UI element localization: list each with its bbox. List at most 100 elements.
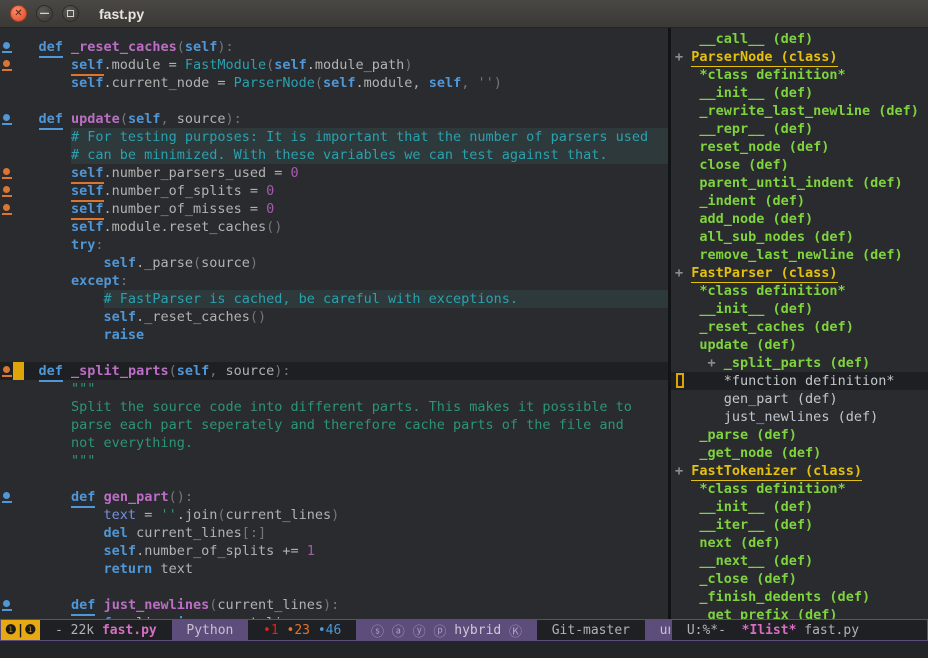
imenu-item-14[interactable]: + FastParser (class) (671, 264, 928, 282)
imenu-item-1[interactable]: __call__ (def) (671, 30, 928, 48)
encoding-position-segment[interactable]: unix | 2 (645, 620, 671, 640)
code-line-19[interactable]: def _split_parts(self, source): (0, 362, 668, 380)
expand-icon[interactable]: + (675, 462, 691, 480)
imenu-item-32[interactable]: _finish_dedents (def) (671, 588, 928, 606)
imenu-item-19[interactable]: + _split_parts (def) (671, 354, 928, 372)
code-line-32[interactable]: def just_newlines(current_lines): (0, 596, 668, 614)
code-line-7[interactable]: # can be minimized. With these variables… (0, 146, 668, 164)
code-line-8[interactable]: self.number_parsers_used = 0 (0, 164, 668, 182)
major-mode-segment[interactable]: Python (172, 620, 249, 640)
imenu-item-25[interactable]: + FastTokenizer (class) (671, 462, 928, 480)
code-line-17[interactable]: raise (0, 326, 668, 344)
code-line-20[interactable]: """ (0, 380, 668, 398)
imenu-item-15[interactable]: *class definition* (671, 282, 928, 300)
code-token (95, 488, 103, 506)
code-line-15[interactable]: # FastParser is cached, be careful with … (0, 290, 668, 308)
maximize-button[interactable] (62, 5, 79, 22)
code-token (63, 110, 71, 128)
code-line-21[interactable]: Split the source code into different par… (0, 398, 668, 416)
close-button[interactable]: ✕ (10, 5, 27, 22)
imenu-indent (675, 192, 699, 210)
imenu-item-16[interactable]: __init__ (def) (671, 300, 928, 318)
code-token: ) (250, 254, 258, 272)
code-line-25[interactable] (0, 470, 668, 488)
expand-icon[interactable]: + (708, 354, 724, 372)
code-line-27[interactable]: text = ''.join(current_lines) (0, 506, 668, 524)
imenu-item-7[interactable]: reset_node (def) (671, 138, 928, 156)
code-line-26[interactable]: def gen_part(): (0, 488, 668, 506)
bookmark-outline-icon (676, 373, 684, 388)
code-token (6, 146, 71, 164)
imenu-item-10[interactable]: _indent (def) (671, 192, 928, 210)
code-line-1[interactable]: def _reset_caches(self): (0, 38, 668, 56)
imenu-item-9[interactable]: parent_until_indent (def) (671, 174, 928, 192)
imenu-item-31[interactable]: _close (def) (671, 570, 928, 588)
expand-icon[interactable]: + (675, 264, 691, 282)
code-line-4[interactable] (0, 92, 668, 110)
code-buffer[interactable]: def _reset_caches(self): self.module = F… (0, 28, 668, 619)
code-token (6, 416, 71, 434)
code-token: 0 (266, 200, 274, 218)
code-line-28[interactable]: del current_lines[:] (0, 524, 668, 542)
code-line-18[interactable] (0, 344, 668, 362)
imenu-item-13[interactable]: remove_last_newline (def) (671, 246, 928, 264)
imenu-item-4[interactable]: __init__ (def) (671, 84, 928, 102)
code-token: text (104, 506, 137, 524)
imenu-item-33[interactable]: _get_prefix (def) (671, 606, 928, 619)
code-token: 0 (290, 164, 298, 182)
git-branch-segment[interactable]: Git-master (537, 620, 645, 640)
ilist-status-segment[interactable]: U:%*- *Ilist* fast.py (672, 620, 866, 640)
code-line-12[interactable]: try: (0, 236, 668, 254)
code-line-10[interactable]: self.number_of_misses = 0 (0, 200, 668, 218)
imenu-item-6[interactable]: __repr__ (def) (671, 120, 928, 138)
imenu-item-21[interactable]: gen_part (def) (671, 390, 928, 408)
imenu-item-20[interactable]: *function definition* (671, 372, 928, 390)
code-line-29[interactable]: self.number_of_splits += 1 (0, 542, 668, 560)
code-line-9[interactable]: self.number_of_splits = 0 (0, 182, 668, 200)
code-token: ( (193, 254, 201, 272)
code-line-5[interactable]: def update(self, source): (0, 110, 668, 128)
imenu-item-24[interactable]: _get_node (def) (671, 444, 928, 462)
imenu-item-18[interactable]: update (def) (671, 336, 928, 354)
code-line-3[interactable]: self.current_node = ParserNode(self.modu… (0, 74, 668, 92)
code-line-23[interactable]: not everything. (0, 434, 668, 452)
imenu-item-26[interactable]: *class definition* (671, 480, 928, 498)
imenu-item-2[interactable]: + ParserNode (class) (671, 48, 928, 66)
imenu-item-29[interactable]: next (def) (671, 534, 928, 552)
imenu-item-27[interactable]: __init__ (def) (671, 498, 928, 516)
imenu-item-label: __init__ (def) (699, 300, 813, 318)
imenu-item-8[interactable]: close (def) (671, 156, 928, 174)
code-line-24[interactable]: """ (0, 452, 668, 470)
code-token: source (226, 362, 275, 380)
code-token: ._parse (136, 254, 193, 272)
window-title: fast.py (99, 6, 144, 22)
imenu-item-11[interactable]: add_node (def) (671, 210, 928, 228)
code-line-14[interactable]: except: (0, 272, 668, 290)
code-line-11[interactable]: self.module.reset_caches() (0, 218, 668, 236)
code-line-2[interactable]: self.module = FastModule(self.module_pat… (0, 56, 668, 74)
imenu-item-5[interactable]: _rewrite_last_newline (def) (671, 102, 928, 120)
imenu-item-28[interactable]: __iter__ (def) (671, 516, 928, 534)
imenu-item-22[interactable]: just_newlines (def) (671, 408, 928, 426)
code-line-16[interactable]: self._reset_caches() (0, 308, 668, 326)
imenu-item-17[interactable]: _reset_caches (def) (671, 318, 928, 336)
flycheck-counts-segment[interactable]: •1 •23 •46 (248, 620, 356, 640)
minimize-button[interactable]: — (36, 5, 53, 22)
code-line-30[interactable]: return text (0, 560, 668, 578)
buffer-info-segment[interactable]: - 22k fast.py (40, 620, 171, 640)
code-token: ( (217, 506, 225, 524)
minor-modes-segment[interactable]: ⓢ ⓐ ⓨ ⓟ hybrid Ⓚ (356, 620, 537, 640)
imenu-item-12[interactable]: all_sub_nodes (def) (671, 228, 928, 246)
imenu-item-30[interactable]: __next__ (def) (671, 552, 928, 570)
code-token: : (120, 272, 128, 290)
code-line-13[interactable]: self._parse(source) (0, 254, 668, 272)
imenu-item-23[interactable]: _parse (def) (671, 426, 928, 444)
expand-icon[interactable]: + (675, 48, 691, 66)
imenu-item-label: parent_until_indent (def) (699, 174, 902, 192)
code-line-31[interactable] (0, 578, 668, 596)
imenu-item-3[interactable]: *class definition* (671, 66, 928, 84)
imenu-indent (675, 66, 699, 84)
code-line-22[interactable]: parse each part seperately and therefore… (0, 416, 668, 434)
imenu-indent (675, 444, 699, 462)
code-line-6[interactable]: # For testing purposes: It is important … (0, 128, 668, 146)
